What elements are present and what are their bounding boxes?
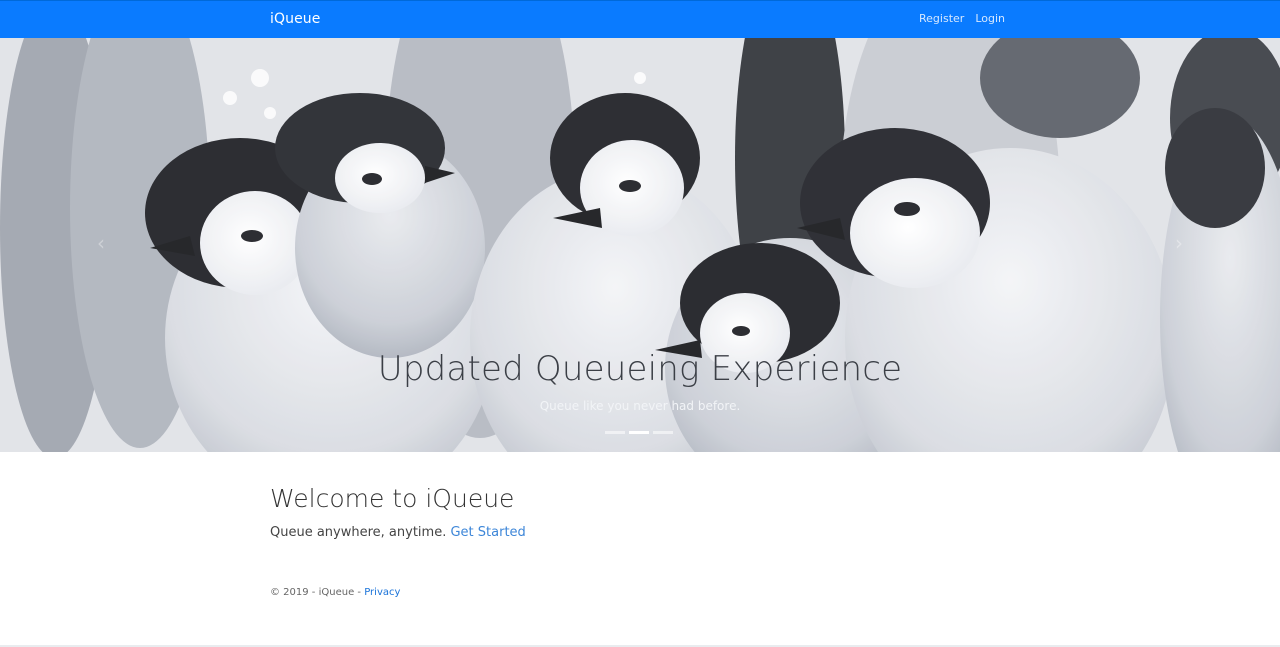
login-link[interactable]: Login [975, 12, 1005, 25]
brand-link[interactable]: iQueue [270, 11, 320, 27]
carousel-indicator-2[interactable] [629, 431, 649, 434]
top-navbar: iQueue Register Login [0, 0, 1280, 38]
carousel-indicator-1[interactable] [605, 431, 625, 434]
penguin-hero-image [0, 38, 1280, 452]
footer-copyright: © 2019 - iQueue - [270, 587, 365, 598]
chevron-right-icon[interactable]: › [1164, 228, 1194, 258]
get-started-link[interactable]: Get Started [450, 525, 525, 540]
hero-carousel: ‹ › Updated Queueing Experience Queue li… [0, 38, 1280, 452]
carousel-title: Updated Queueing Experience [377, 349, 903, 389]
footer: © 2019 - iQueue - Privacy [270, 587, 400, 598]
chevron-left-icon[interactable]: ‹ [86, 228, 116, 258]
carousel-indicators [605, 431, 673, 434]
welcome-description: Queue anywhere, anytime. [270, 525, 447, 540]
carousel-indicator-3[interactable] [653, 431, 673, 434]
nav-links: Register Login [919, 12, 1005, 25]
welcome-text: Queue anywhere, anytime. Get Started [270, 525, 526, 540]
carousel-subtitle: Queue like you never had before. [539, 399, 741, 413]
welcome-title: Welcome to iQueue [270, 484, 515, 513]
privacy-link[interactable]: Privacy [364, 587, 400, 598]
register-link[interactable]: Register [919, 12, 964, 25]
